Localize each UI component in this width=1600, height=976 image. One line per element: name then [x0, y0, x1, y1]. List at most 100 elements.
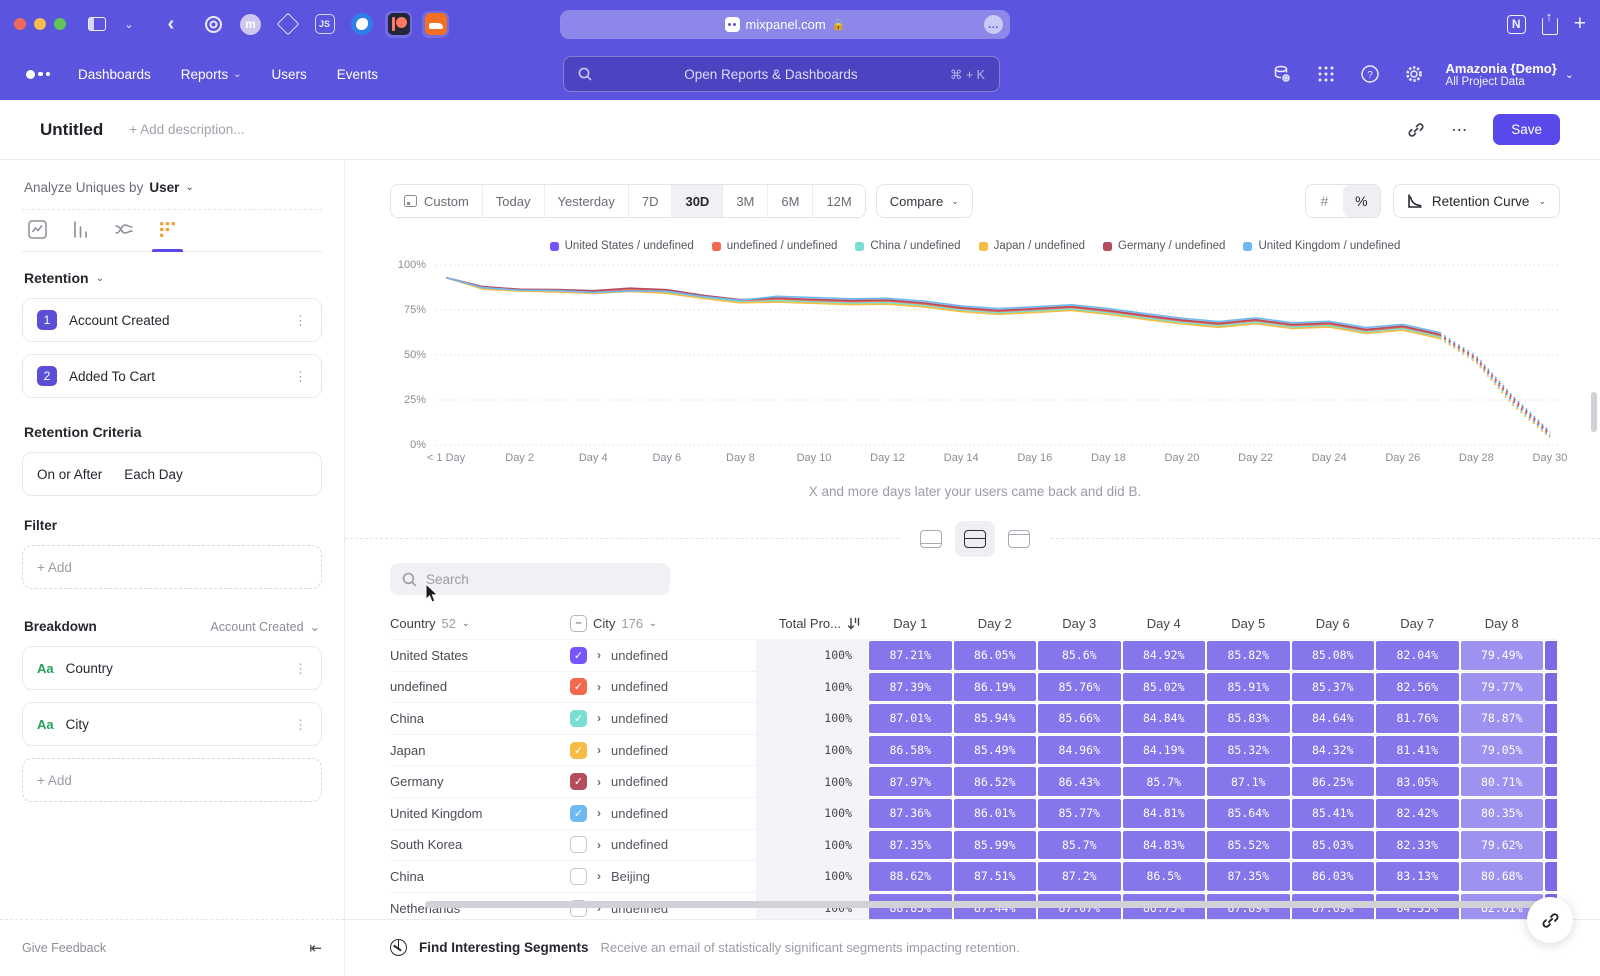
retention-value-cell[interactable]: 78.87% [1461, 704, 1544, 733]
series-checkbox[interactable]: ✓ [570, 678, 587, 695]
format-percent-button[interactable]: % [1343, 185, 1380, 217]
retention-value-cell[interactable]: 85.7% [1038, 831, 1121, 860]
project-selector[interactable]: Amazonia {Demo} All Project Data ⌄ [1446, 61, 1574, 88]
retention-value-cell[interactable]: 86.19% [954, 673, 1037, 702]
day-column-header[interactable]: Day 5 [1206, 616, 1291, 631]
back-button[interactable]: ‹ [158, 11, 184, 37]
save-button[interactable]: Save [1493, 114, 1560, 145]
day-column-header[interactable]: Day 4 [1122, 616, 1207, 631]
retention-value-cell[interactable]: 85.08% [1292, 641, 1375, 670]
js-extension-icon[interactable]: JS [311, 11, 338, 38]
retention-step-2[interactable]: 2Added To Cart⋮ [22, 354, 322, 398]
retention-value-cell[interactable]: 85.94% [954, 704, 1037, 733]
table-search-input[interactable]: Search [390, 563, 670, 595]
filter-add-button[interactable]: + Add [22, 545, 322, 589]
copy-link-icon[interactable] [1407, 121, 1425, 139]
expand-chevron-icon[interactable]: › [597, 743, 601, 757]
vertical-scrollbar[interactable] [1591, 392, 1597, 432]
help-icon[interactable]: ? [1358, 62, 1382, 86]
retention-value-cell[interactable]: 79.49% [1461, 641, 1544, 670]
range-7d[interactable]: 7D [629, 185, 673, 217]
retention-chart[interactable]: 100%75%50%25%0% < 1 DayDay 2Day 4Day 6Da… [390, 262, 1560, 470]
retention-value-cell[interactable]: 84.84% [1123, 704, 1206, 733]
country-cell[interactable]: South Korea [390, 830, 570, 861]
retention-value-cell[interactable]: 79.62% [1461, 831, 1544, 860]
retention-value-cell[interactable]: 85.6% [1038, 641, 1121, 670]
retention-value-cell[interactable]: 86.58% [869, 736, 952, 765]
city-column-header[interactable]: – City 176 ⌄ [570, 615, 756, 632]
breakdown-add-button[interactable]: + Add [22, 758, 322, 802]
retention-value-cell[interactable]: 81.41% [1376, 736, 1459, 765]
tab-insights[interactable] [28, 220, 47, 251]
day-column-header[interactable]: Day 7 [1375, 616, 1460, 631]
window-controls[interactable] [14, 18, 66, 30]
retention-value-cell[interactable]: 86.5% [1123, 862, 1206, 891]
select-all-checkbox[interactable]: – [570, 615, 587, 632]
range-6m[interactable]: 6M [768, 185, 813, 217]
cube-extension-icon[interactable] [274, 11, 301, 38]
view-table-only-button[interactable] [999, 521, 1039, 557]
more-options-button[interactable]: ⋯ [1451, 120, 1467, 140]
nav-link-reports[interactable]: Reports⌄ [181, 67, 242, 82]
retention-value-cell[interactable]: 84.81% [1123, 799, 1206, 828]
series-checkbox[interactable] [570, 868, 587, 885]
retention-value-cell[interactable]: 87.35% [1207, 862, 1290, 891]
kebab-menu-icon[interactable]: ⋮ [294, 374, 307, 379]
nav-link-users[interactable]: Users [271, 67, 306, 82]
retention-value-cell[interactable]: 85.02% [1123, 673, 1206, 702]
criteria-each-day[interactable]: Each Day [124, 467, 183, 482]
retention-value-cell[interactable]: 85.66% [1038, 704, 1121, 733]
retention-value-cell[interactable]: 87.1% [1207, 767, 1290, 796]
expand-chevron-icon[interactable]: › [597, 711, 601, 725]
retention-value-cell[interactable]: 80.71% [1461, 767, 1544, 796]
retention-step-1[interactable]: 1Account Created⋮ [22, 298, 322, 342]
tab-flows[interactable] [114, 220, 134, 251]
kebab-menu-icon[interactable]: ⋮ [294, 666, 307, 671]
retention-value-cell[interactable]: 85.41% [1292, 799, 1375, 828]
retention-value-cell[interactable]: 87.2% [1038, 862, 1121, 891]
total-column-header[interactable]: Total Pro... [756, 616, 868, 631]
country-cell[interactable]: United Kingdom [390, 798, 570, 829]
retention-value-cell[interactable]: 85.77% [1038, 799, 1121, 828]
day-column-header[interactable]: Day 1 [868, 616, 953, 631]
retention-value-cell[interactable]: 87.97% [869, 767, 952, 796]
legend-item[interactable]: United Kingdom / undefined [1243, 240, 1400, 252]
series-checkbox[interactable]: ✓ [570, 742, 587, 759]
new-tab-button[interactable]: + [1574, 12, 1586, 36]
retention-value-cell[interactable]: 85.64% [1207, 799, 1290, 828]
legend-item[interactable]: undefined / undefined [712, 240, 838, 252]
range-yesterday[interactable]: Yesterday [545, 185, 629, 217]
retention-value-cell[interactable]: 85.03% [1292, 831, 1375, 860]
breakdown-event-selector[interactable]: Account Created ⌄ [210, 619, 320, 634]
series-checkbox[interactable]: ✓ [570, 773, 587, 790]
tab-overview-chevron-icon[interactable]: ⌄ [116, 11, 142, 37]
criteria-on-or-after[interactable]: On or After [37, 467, 102, 482]
give-feedback-link[interactable]: Give Feedback [22, 941, 106, 955]
retention-value-cell[interactable]: 83.13% [1376, 862, 1459, 891]
range-3m[interactable]: 3M [723, 185, 768, 217]
legend-item[interactable]: Germany / undefined [1103, 240, 1225, 252]
breakdown-item-country[interactable]: AaCountry⋮ [22, 646, 322, 690]
apps-grid-icon[interactable] [1314, 62, 1338, 86]
retention-value-cell[interactable]: 88.62% [869, 862, 952, 891]
nav-link-dashboards[interactable]: Dashboards [78, 67, 151, 82]
kebab-menu-icon[interactable]: ⋮ [294, 722, 307, 727]
analyze-value[interactable]: User [149, 180, 179, 195]
retention-value-cell[interactable]: 84.83% [1123, 831, 1206, 860]
retention-value-cell[interactable]: 87.51% [954, 862, 1037, 891]
sort-descending-icon[interactable] [847, 617, 860, 630]
mixpanel-logo[interactable] [26, 70, 50, 79]
nav-link-events[interactable]: Events [337, 67, 378, 82]
range-today[interactable]: Today [483, 185, 545, 217]
retention-value-cell[interactable]: 86.03% [1292, 862, 1375, 891]
compare-button[interactable]: Compare ⌄ [876, 184, 973, 218]
retention-value-cell[interactable]: 84.32% [1292, 736, 1375, 765]
retention-value-cell[interactable]: 82.56% [1376, 673, 1459, 702]
country-cell[interactable]: United States [390, 640, 570, 671]
tab-funnels[interactable] [71, 220, 90, 251]
legend-item[interactable]: China / undefined [855, 240, 960, 252]
retention-value-cell[interactable]: 85.49% [954, 736, 1037, 765]
retention-value-cell[interactable]: 87.39% [869, 673, 952, 702]
day-column-header[interactable]: Day 3 [1037, 616, 1122, 631]
global-search[interactable]: Open Reports & Dashboards ⌘ + K [563, 56, 1000, 92]
